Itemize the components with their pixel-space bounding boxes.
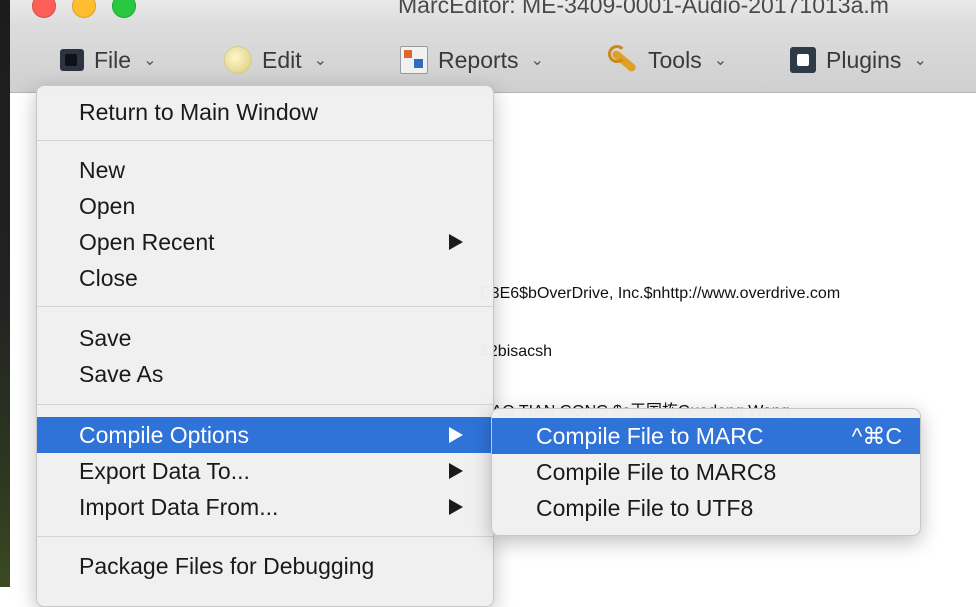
window-title: MarcEditor: ME-3409-0001-Audio-20171013a… (398, 0, 889, 18)
chevron-down-icon: ⌄ (143, 52, 157, 69)
submenu-item-compile-file-to-marc[interactable]: Compile File to MARC ^⌘C (492, 418, 920, 454)
close-window-button[interactable] (32, 0, 56, 18)
toolbar-reports-menu[interactable]: Reports ⌄ (400, 44, 544, 76)
menu-item-open-recent[interactable]: Open Recent (37, 224, 493, 260)
menu-item-label: New (79, 156, 126, 183)
toolbar-tools-label: Tools (648, 46, 702, 73)
menu-item-save-as[interactable]: Save As (37, 356, 493, 392)
menu-item-label: Save (79, 324, 132, 351)
submenu-item-compile-file-to-marc8[interactable]: Compile File to MARC8 (492, 454, 920, 490)
menu-separator (37, 536, 493, 537)
zoom-window-button[interactable] (112, 0, 136, 18)
edit-icon (224, 46, 252, 74)
reports-icon (400, 46, 428, 74)
toolbar: File ⌄ Edit ⌄ Reports ⌄ Tools ⌄ Plugins … (10, 30, 976, 93)
chevron-down-icon: ⌄ (713, 52, 728, 69)
file-icon (60, 49, 84, 71)
submenu-item-label: Compile File to UTF8 (536, 494, 754, 521)
chevron-down-icon: ⌄ (913, 52, 927, 69)
menu-item-close[interactable]: Close (37, 260, 493, 296)
menu-item-label: Open (79, 192, 136, 219)
submenu-item-label: Compile File to MARC8 (536, 458, 777, 485)
menu-item-label: Open Recent (79, 228, 215, 255)
menu-item-open[interactable]: Open (37, 188, 493, 224)
record-line: E3E6$bOverDrive, Inc.$nhttp://www.overdr… (480, 285, 841, 302)
menu-item-label: Return to Main Window (79, 98, 319, 125)
submenu-arrow-icon (449, 463, 463, 479)
compile-options-submenu: Compile File to MARC ^⌘C Compile File to… (491, 408, 921, 536)
chevron-down-icon: ⌄ (313, 52, 328, 69)
desktop-background (0, 0, 10, 587)
submenu-arrow-icon (449, 427, 463, 443)
toolbar-tools-menu[interactable]: Tools ⌄ (608, 44, 727, 76)
menu-item-compile-options[interactable]: Compile Options (37, 417, 493, 453)
menu-item-new[interactable]: New (37, 152, 493, 188)
toolbar-plugins-menu[interactable]: Plugins ⌄ (790, 44, 927, 76)
menu-item-label: Import Data From... (79, 493, 279, 520)
toolbar-file-label: File (94, 46, 132, 73)
menu-item-label: Export Data To... (79, 457, 250, 484)
menu-item-return-to-main-window[interactable]: Return to Main Window (37, 94, 493, 130)
submenu-item-label: Compile File to MARC (536, 422, 764, 449)
puzzle-icon (790, 47, 816, 73)
menu-item-label: Compile Options (79, 421, 250, 448)
file-dropdown-menu: Return to Main Window New Open Open Rece… (36, 85, 494, 607)
wrench-icon (608, 45, 638, 75)
title-bar: MarcEditor: ME-3409-0001-Audio-20171013a… (10, 0, 976, 30)
menu-separator (37, 306, 493, 307)
menu-separator (37, 404, 493, 405)
menu-item-label: Close (79, 264, 138, 291)
menu-separator (37, 140, 493, 141)
minimize-window-button[interactable] (72, 0, 96, 18)
submenu-arrow-icon (449, 234, 463, 250)
menu-item-export-data-to[interactable]: Export Data To... (37, 453, 493, 489)
menu-item-import-data-from[interactable]: Import Data From... (37, 489, 493, 525)
submenu-arrow-icon (449, 499, 463, 515)
chevron-down-icon: ⌄ (530, 52, 544, 69)
toolbar-edit-label: Edit (262, 46, 302, 73)
keyboard-shortcut: ^⌘C (851, 422, 902, 449)
toolbar-edit-menu[interactable]: Edit ⌄ (224, 44, 327, 76)
toolbar-file-menu[interactable]: File ⌄ (60, 44, 156, 76)
toolbar-plugins-label: Plugins (826, 46, 902, 73)
menu-item-label: Save As (79, 360, 164, 387)
menu-item-package-files-for-debugging[interactable]: Package Files for Debugging (37, 548, 493, 584)
submenu-item-compile-file-to-utf8[interactable]: Compile File to UTF8 (492, 490, 920, 526)
menu-item-save[interactable]: Save (37, 320, 493, 356)
menu-item-label: Package Files for Debugging (79, 552, 375, 579)
toolbar-reports-label: Reports (438, 46, 519, 73)
